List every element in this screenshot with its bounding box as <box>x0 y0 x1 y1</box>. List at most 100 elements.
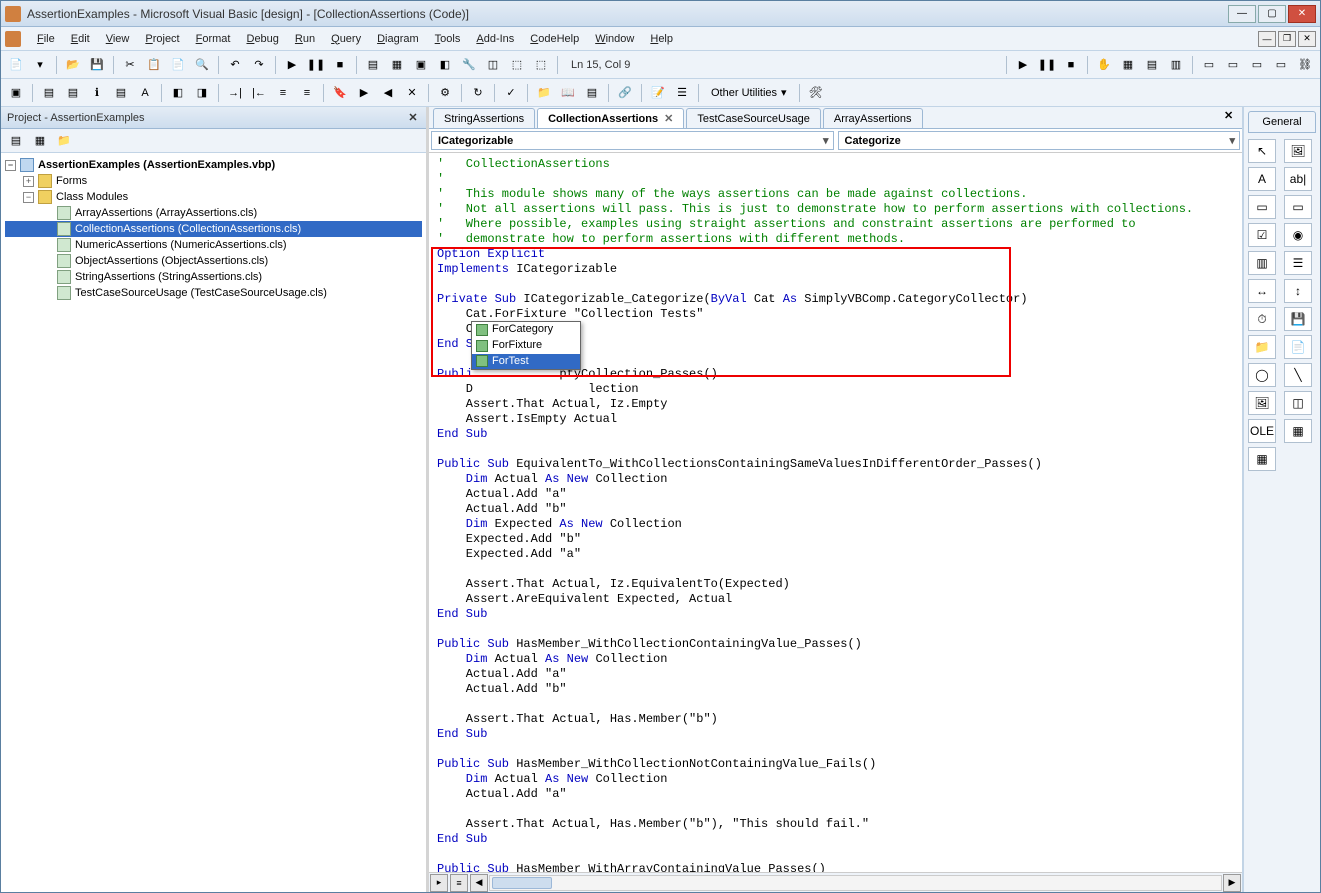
menu-window[interactable]: Window <box>587 30 642 48</box>
doc-icon[interactable]: ▤ <box>1141 54 1163 76</box>
menu-file[interactable]: File <box>29 30 63 48</box>
lines-button[interactable]: ≡ <box>272 82 294 104</box>
vscrollbar-tool[interactable]: ↕ <box>1284 279 1312 303</box>
properties-button[interactable]: ▦ <box>386 54 408 76</box>
chain-icon[interactable]: ⛓ <box>1294 54 1316 76</box>
object-combo[interactable]: ICategorizable <box>431 131 834 150</box>
line-tool[interactable]: ╲ <box>1284 363 1312 387</box>
menu-format[interactable]: Format <box>188 30 239 48</box>
refresh-button[interactable]: ↻ <box>467 82 489 104</box>
scroll-left-button[interactable]: ◀ <box>470 874 488 892</box>
pointer-tool[interactable]: ↖ <box>1248 139 1276 163</box>
proc-view-button[interactable]: ▸ <box>430 874 448 892</box>
intellisense-item[interactable]: ForCategory <box>472 322 580 338</box>
view-code-button[interactable]: ▤ <box>5 130 27 152</box>
param-info-button[interactable]: ▤ <box>110 82 132 104</box>
quick-info-button[interactable]: ℹ <box>86 82 108 104</box>
picturebox-tool[interactable]: 🖼 <box>1284 139 1312 163</box>
find-button[interactable]: 🔍 <box>191 54 213 76</box>
copy-button[interactable]: 📋 <box>143 54 165 76</box>
frame-tool[interactable]: ▭ <box>1248 195 1276 219</box>
tree-item[interactable]: StringAssertions (StringAssertions.cls) <box>5 269 422 285</box>
mdi-minimize-button[interactable]: — <box>1258 31 1276 47</box>
minimize-button[interactable]: — <box>1228 5 1256 23</box>
tools-button[interactable]: 🛠 <box>805 82 827 104</box>
form-layout-button[interactable]: ▣ <box>410 54 432 76</box>
timer-tool[interactable]: ⏱ <box>1248 307 1276 331</box>
procedure-combo[interactable]: Categorize <box>838 131 1241 150</box>
toggle-folders-button[interactable]: 📁 <box>53 130 75 152</box>
doc2-icon[interactable]: ▥ <box>1165 54 1187 76</box>
project-root-node[interactable]: − AssertionExamples (AssertionExamples.v… <box>5 157 422 173</box>
menu-run[interactable]: Run <box>287 30 323 48</box>
listbox-tool[interactable]: ☰ <box>1284 251 1312 275</box>
grid-icon[interactable]: ▦ <box>1117 54 1139 76</box>
folder-button[interactable]: 📁 <box>533 82 555 104</box>
win3-icon[interactable]: ▭ <box>1246 54 1268 76</box>
add-form-button[interactable]: ▾ <box>29 54 51 76</box>
cut-button[interactable]: ✂ <box>119 54 141 76</box>
intellisense-popup[interactable]: ForCategoryForFixtureForTest <box>471 321 581 370</box>
clear-bookmark-button[interactable]: ✕ <box>401 82 423 104</box>
highlight-button[interactable]: ◧ <box>167 82 189 104</box>
list-button[interactable]: ☰ <box>671 82 693 104</box>
tab-testcasesourceusage[interactable]: TestCaseSourceUsage <box>686 108 821 128</box>
horizontal-scrollbar[interactable]: ▸ ≡ ◀ ▶ <box>429 872 1242 892</box>
doc3-button[interactable]: ▤ <box>581 82 603 104</box>
pause2-button[interactable]: ❚❚ <box>1036 54 1058 76</box>
dirlist-tool[interactable]: 📁 <box>1248 335 1276 359</box>
link-button[interactable]: 🔗 <box>614 82 636 104</box>
project-tree[interactable]: − AssertionExamples (AssertionExamples.v… <box>1 153 426 892</box>
tree-item[interactable]: ObjectAssertions (ObjectAssertions.cls) <box>5 253 422 269</box>
complete-word-button[interactable]: A <box>134 82 156 104</box>
undo-button[interactable]: ↶ <box>224 54 246 76</box>
object-browser-button[interactable]: ◧ <box>434 54 456 76</box>
win4-icon[interactable]: ▭ <box>1270 54 1292 76</box>
filelist-tool[interactable]: 📄 <box>1284 335 1312 359</box>
misc-button[interactable]: ⬚ <box>530 54 552 76</box>
menu-view[interactable]: View <box>98 30 138 48</box>
open-button[interactable]: 📂 <box>62 54 84 76</box>
combobox-tool[interactable]: ▥ <box>1248 251 1276 275</box>
tree-item[interactable]: ArrayAssertions (ArrayAssertions.cls) <box>5 205 422 221</box>
new-proc-button[interactable]: ▣ <box>5 82 27 104</box>
intellisense-item[interactable]: ForTest <box>472 354 580 370</box>
pause-button[interactable]: ❚❚ <box>305 54 327 76</box>
menu-debug[interactable]: Debug <box>238 30 286 48</box>
custom2-tool[interactable]: ▦ <box>1248 447 1276 471</box>
tab-area-close[interactable]: ✕ <box>1224 109 1238 123</box>
drivelist-tool[interactable]: 💾 <box>1284 307 1312 331</box>
project-panel-close[interactable]: ✕ <box>406 111 420 125</box>
save-button[interactable]: 💾 <box>86 54 108 76</box>
scroll-track[interactable] <box>489 875 1222 891</box>
menu-codehelp[interactable]: CodeHelp <box>522 30 587 48</box>
tree-item[interactable]: NumericAssertions (NumericAssertions.cls… <box>5 237 422 253</box>
maximize-button[interactable]: ▢ <box>1258 5 1286 23</box>
menu-query[interactable]: Query <box>323 30 369 48</box>
lines2-button[interactable]: ≡ <box>296 82 318 104</box>
bookmark-button[interactable]: 🔖 <box>329 82 351 104</box>
stop-button[interactable]: ■ <box>329 54 351 76</box>
menu-edit[interactable]: Edit <box>63 30 98 48</box>
outdent-button[interactable]: |← <box>248 82 270 104</box>
commandbutton-tool[interactable]: ▭ <box>1284 195 1312 219</box>
tab-close-icon[interactable]: ✕ <box>664 112 673 125</box>
shape-tool[interactable]: ◯ <box>1248 363 1276 387</box>
folder-class-modules[interactable]: −Class Modules <box>5 189 422 205</box>
menu-help[interactable]: Help <box>642 30 681 48</box>
run2-button[interactable]: ▶ <box>1012 54 1034 76</box>
hscrollbar-tool[interactable]: ↔ <box>1248 279 1276 303</box>
next-bookmark-button[interactable]: ▶ <box>353 82 375 104</box>
menu-add-ins[interactable]: Add-Ins <box>468 30 522 48</box>
paste-button[interactable]: 📄 <box>167 54 189 76</box>
mdi-close-button[interactable]: ✕ <box>1298 31 1316 47</box>
prev-bookmark-button[interactable]: ◀ <box>377 82 399 104</box>
ole-tool[interactable]: OLE <box>1248 419 1276 443</box>
project-explorer-button[interactable]: ▤ <box>362 54 384 76</box>
other-utilities-dropdown[interactable]: Other Utilities▾ <box>704 83 794 102</box>
checkbox-tool[interactable]: ☑ <box>1248 223 1276 247</box>
intellisense-item[interactable]: ForFixture <box>472 338 580 354</box>
run-button[interactable]: ▶ <box>281 54 303 76</box>
win2-icon[interactable]: ▭ <box>1222 54 1244 76</box>
component-button[interactable]: ⬚ <box>506 54 528 76</box>
